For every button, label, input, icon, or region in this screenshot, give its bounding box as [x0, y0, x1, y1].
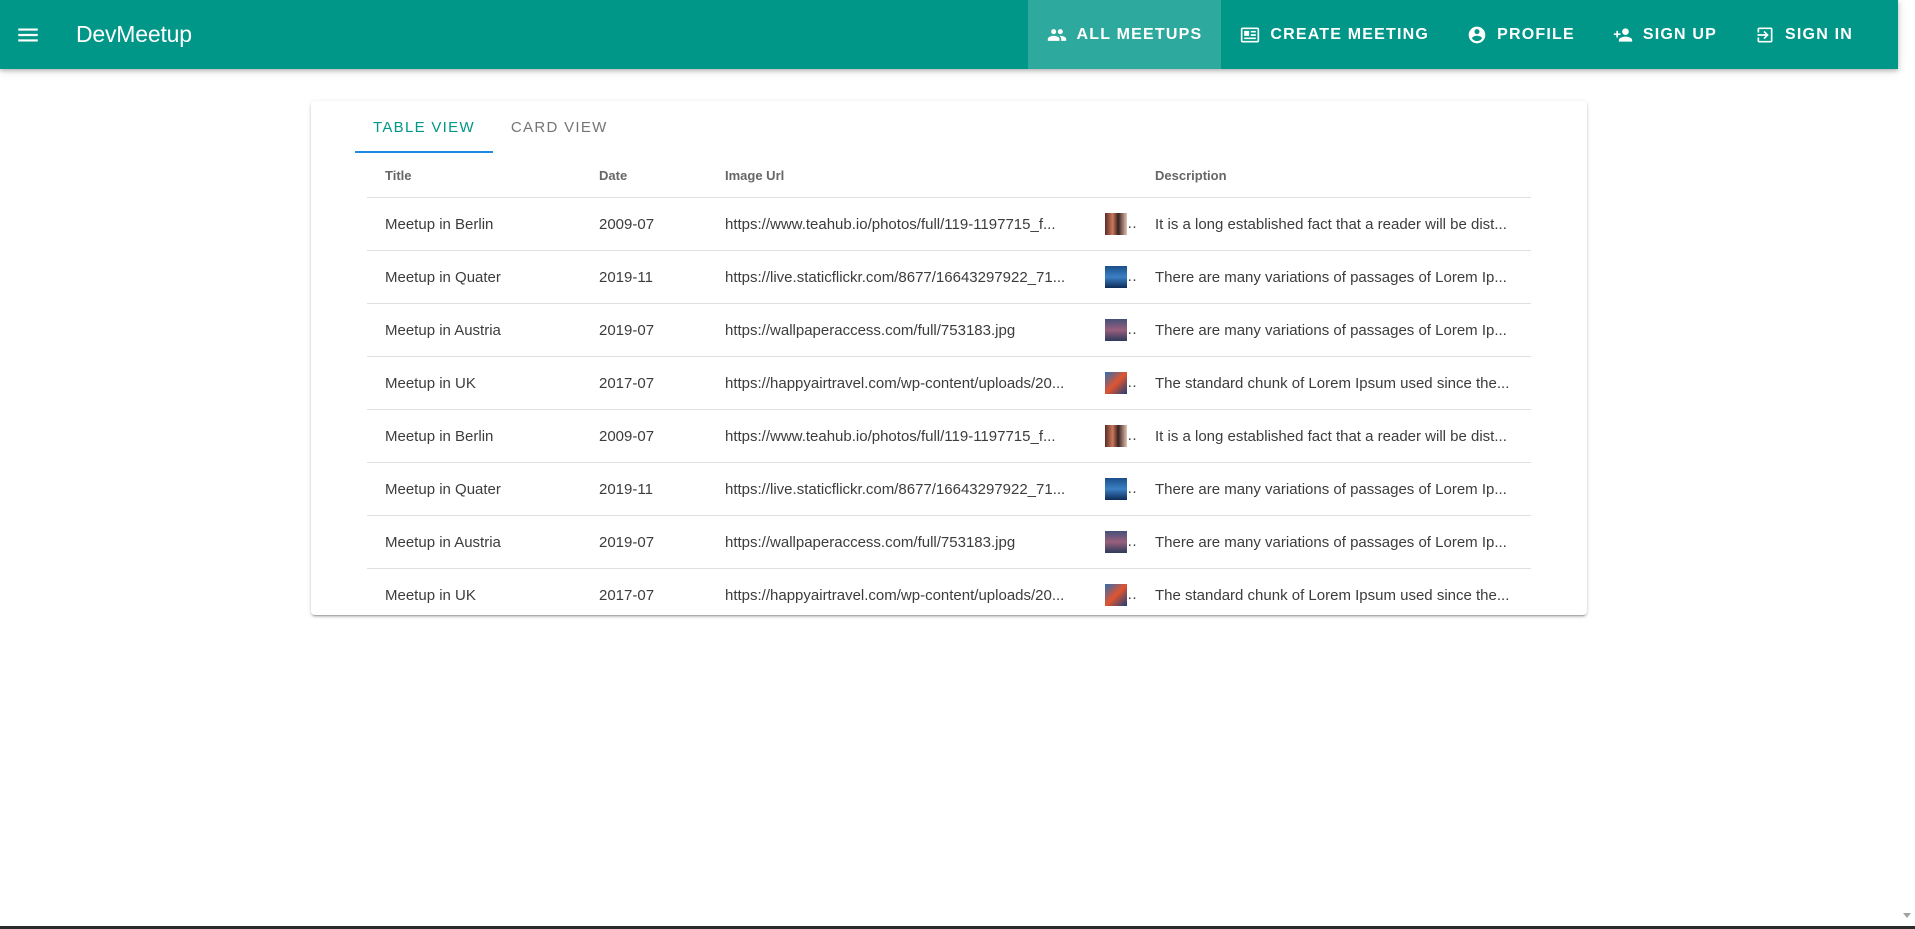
cell-title: Meetup in Austria: [367, 303, 581, 357]
cell-image-url: https://happyairtravel.com/wp-content/up…: [707, 356, 1087, 410]
app-title[interactable]: DevMeetup: [76, 21, 192, 48]
cell-description: The standard chunk of Lorem Ipsum used s…: [1137, 356, 1531, 410]
cell-thumbnail: [1087, 356, 1137, 410]
cell-description: There are many variations of passages of…: [1137, 303, 1531, 357]
meetup-thumbnail: [1105, 425, 1127, 447]
table-row[interactable]: Meetup in Quater 2019-11 https://live.st…: [367, 250, 1531, 304]
cell-image-url: https://wallpaperaccess.com/full/753183.…: [707, 515, 1087, 569]
cell-description: There are many variations of passages of…: [1137, 462, 1531, 516]
cell-title: Meetup in UK: [367, 356, 581, 410]
cell-description: There are many variations of passages of…: [1137, 250, 1531, 304]
meetups-table: Title Date Image Url Description Meetup …: [367, 153, 1531, 615]
meetup-thumbnail: [1105, 478, 1127, 500]
cell-title: Meetup in Berlin: [367, 409, 581, 463]
cell-description: It is a long established fact that a rea…: [1137, 409, 1531, 463]
meetups-card: Table View Card View Title Date Image Ur…: [311, 101, 1587, 615]
table-row[interactable]: Meetup in Berlin 2009-07 https://www.tea…: [367, 197, 1531, 251]
table-row[interactable]: Meetup in Quater 2019-11 https://live.st…: [367, 462, 1531, 516]
nav-sign-up[interactable]: Sign Up: [1594, 0, 1736, 69]
cell-date: 2019-11: [581, 250, 707, 304]
cell-thumbnail: [1087, 197, 1137, 251]
table-row[interactable]: Meetup in UK 2017-07 https://happyairtra…: [367, 569, 1531, 616]
nav-label: Create Meeting: [1270, 25, 1430, 43]
cell-date: 2009-07: [581, 197, 707, 251]
cell-thumbnail: [1087, 515, 1137, 569]
menu-button[interactable]: [0, 0, 56, 69]
cell-image-url: https://www.teahub.io/photos/full/119-11…: [707, 409, 1087, 463]
column-header-description[interactable]: Description: [1137, 153, 1531, 198]
cell-title: Meetup in Quater: [367, 250, 581, 304]
cell-date: 2019-07: [581, 303, 707, 357]
view-tabs: Table View Card View: [355, 101, 626, 153]
cell-image-url: https://live.staticflickr.com/8677/16643…: [707, 462, 1087, 516]
cell-title: Meetup in UK: [385, 586, 476, 604]
column-header-title[interactable]: Title: [367, 153, 581, 198]
nav-create-meeting[interactable]: Create Meeting: [1221, 0, 1448, 69]
cell-thumbnail: [1087, 409, 1137, 463]
account-circle-icon: [1468, 26, 1486, 43]
nav-profile[interactable]: Profile: [1448, 0, 1594, 69]
table-row[interactable]: Meetup in Austria 2019-07 https://wallpa…: [367, 303, 1531, 357]
cell-thumbnail: [1087, 462, 1137, 516]
cell-date: 2019-07: [581, 515, 707, 569]
column-header-image-url[interactable]: Image Url: [707, 153, 1087, 198]
cell-title: Meetup in Austria: [367, 515, 581, 569]
meetup-thumbnail: [1105, 319, 1127, 341]
nav-sign-in[interactable]: Sign In: [1736, 0, 1872, 69]
meeting-room-icon: [1241, 27, 1260, 42]
vertical-scrollbar[interactable]: [1898, 0, 1915, 926]
cell-thumbnail: [1087, 569, 1137, 616]
scroll-down-arrow-icon[interactable]: [1903, 913, 1911, 918]
top-nav: All Meetups Create Meeting Profile Sign …: [1027, 0, 1872, 69]
meetup-thumbnail: [1105, 584, 1127, 606]
meetup-thumbnail: [1105, 531, 1127, 553]
cell-image-url: https://live.staticflickr.com/8677/16643…: [707, 250, 1087, 304]
meetup-thumbnail: [1105, 372, 1127, 394]
table-row[interactable]: Meetup in Berlin 2009-07 https://www.tea…: [367, 409, 1531, 463]
meetup-thumbnail: [1105, 213, 1127, 235]
cell-description: It is a long established fact that a rea…: [1137, 197, 1531, 251]
cell-date: 2017-07: [581, 356, 707, 410]
table-row[interactable]: Meetup in UK 2017-07 https://happyairtra…: [367, 356, 1531, 410]
column-header-thumbnail: [1087, 153, 1137, 198]
group-icon: [1047, 28, 1066, 41]
cell-image-url: https://wallpaperaccess.com/full/753183.…: [707, 303, 1087, 357]
app-bar: DevMeetup All Meetups Create Meeting Pro…: [0, 0, 1898, 69]
column-header-date[interactable]: Date: [581, 153, 707, 198]
tab-card-view[interactable]: Card View: [493, 101, 626, 153]
nav-label: Profile: [1497, 25, 1575, 43]
cell-description: There are many variations of passages of…: [1137, 515, 1531, 569]
meetup-thumbnail: [1105, 266, 1127, 288]
cell-date: 2017-07: [599, 586, 655, 604]
table-header-row: Title Date Image Url Description: [367, 153, 1531, 198]
nav-label: Sign Up: [1642, 25, 1718, 43]
login-icon: [1757, 27, 1773, 42]
cell-thumbnail: [1087, 303, 1137, 357]
tab-table-view[interactable]: Table View: [355, 101, 493, 153]
nav-all-meetups[interactable]: All Meetups: [1027, 0, 1222, 69]
cell-image-url: https://happyairtravel.com/wp-content/up…: [725, 586, 1065, 604]
nav-label: Sign In: [1785, 25, 1853, 43]
cell-thumbnail: [1087, 250, 1137, 304]
viewport: DevMeetup All Meetups Create Meeting Pro…: [0, 0, 1915, 929]
person-add-icon: [1613, 27, 1632, 42]
table-row[interactable]: Meetup in Austria 2019-07 https://wallpa…: [367, 515, 1531, 569]
cell-title: Meetup in Berlin: [367, 197, 581, 251]
cell-image-url: https://www.teahub.io/photos/full/119-11…: [707, 197, 1087, 251]
nav-label: All Meetups: [1076, 25, 1203, 43]
cell-date: 2009-07: [581, 409, 707, 463]
cell-title: Meetup in Quater: [367, 462, 581, 516]
menu-icon: [18, 28, 38, 41]
cell-date: 2019-11: [581, 462, 707, 516]
cell-description: The standard chunk of Lorem Ipsum used s…: [1155, 586, 1510, 604]
